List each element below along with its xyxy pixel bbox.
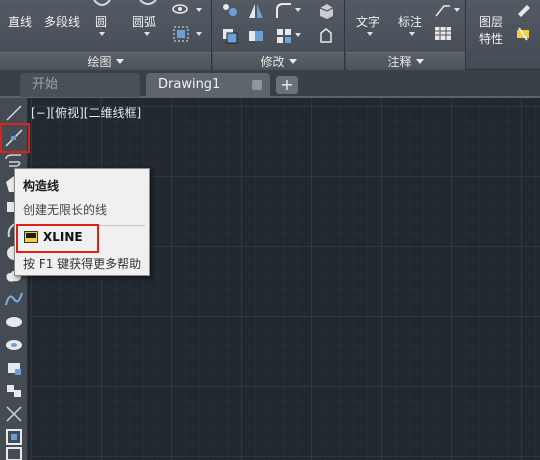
- tooltip-command-name: XLINE: [43, 230, 83, 244]
- modify-panel-title-text: 修改: [260, 55, 285, 69]
- annotation-panel-title[interactable]: 注释: [346, 52, 465, 70]
- ribbon: 直线 多段线 圆 圆弧 绘图 修改 文字 标注 注释 图层 特性: [0, 0, 540, 70]
- annotation-panel-title-text: 注释: [387, 55, 412, 69]
- stretch-icon[interactable]: [247, 27, 265, 45]
- draw-panel: 直线 多段线 圆 圆弧 绘图: [0, 0, 212, 70]
- array-dropdown-icon[interactable]: [295, 33, 301, 37]
- tooltip-title: 构造线: [23, 179, 60, 193]
- dimension-dropdown-icon[interactable]: [409, 32, 415, 36]
- scale-3d-icon[interactable]: [317, 2, 335, 20]
- mirror-icon[interactable]: [247, 2, 265, 20]
- command-line-icon: [24, 231, 38, 243]
- file-tab-bar: 开始 Drawing1: [0, 70, 540, 98]
- dimension-tool-label: 标注: [398, 15, 423, 29]
- draw-panel-expand-icon: [115, 59, 124, 64]
- modify-panel: 修改: [213, 0, 345, 70]
- gradient-icon: [6, 447, 22, 460]
- fillet-icon[interactable]: [275, 2, 293, 20]
- table-icon[interactable]: [434, 26, 452, 42]
- xline-icon: [5, 129, 23, 147]
- array-icon[interactable]: [275, 27, 293, 45]
- arc-icon: [139, 0, 157, 5]
- xline-tooltip: 构造线 创建无限长的线 XLINE 按 F1 键获得更多帮助: [14, 168, 150, 276]
- tab-start[interactable]: 开始: [20, 73, 140, 97]
- draw-panel-title-text: 绘图: [87, 55, 112, 69]
- match-properties-icon[interactable]: [515, 2, 533, 18]
- draw-panel-title[interactable]: 绘图: [0, 52, 211, 70]
- toolbar-gradient-button[interactable]: [3, 444, 25, 460]
- tab-drawing1-label: Drawing1: [158, 77, 221, 92]
- text-dropdown-icon[interactable]: [367, 32, 373, 36]
- move-icon[interactable]: [221, 2, 239, 20]
- tooltip-help-hint: 按 F1 键获得更多帮助: [23, 257, 142, 271]
- polyline-tool-label: 多段线: [44, 15, 81, 29]
- modify-panel-expand-icon: [288, 59, 297, 64]
- arc-tool-label: 圆弧: [132, 15, 157, 29]
- toolbar-spline-button[interactable]: [3, 288, 25, 310]
- insert-block-icon: [8, 363, 21, 375]
- fillet-dropdown-icon[interactable]: [295, 8, 301, 12]
- new-tab-button[interactable]: +: [276, 76, 298, 94]
- arc-dropdown-icon[interactable]: [144, 32, 150, 36]
- layer-properties-label-line1: 图层: [479, 15, 504, 29]
- viewport-controls-label[interactable]: [−][俯视][二维线框]: [31, 104, 141, 121]
- toolbar-xline-button[interactable]: [3, 127, 25, 149]
- layer-properties-label-line2: 特性: [479, 32, 504, 46]
- explode-icon[interactable]: [317, 27, 335, 45]
- tab-drawing1[interactable]: Drawing1: [146, 73, 270, 97]
- toolbar-ellipse-button[interactable]: [3, 311, 25, 333]
- copy-icon[interactable]: [221, 27, 239, 45]
- leader-icon[interactable]: [434, 2, 452, 18]
- tooltip-description: 创建无限长的线: [23, 203, 108, 217]
- hatch-dropdown-icon[interactable]: [196, 32, 202, 36]
- draw-toolbar: [0, 98, 28, 460]
- spline-icon: [5, 292, 23, 306]
- toolbar-ellipse-arc-button[interactable]: [3, 334, 25, 356]
- annotation-panel-expand-icon: [415, 59, 424, 64]
- tooltip-divider: [19, 225, 145, 226]
- circle-icon: [93, 0, 111, 6]
- toolbar-insert-block-button[interactable]: [3, 357, 25, 379]
- toolbar-point-button[interactable]: [3, 403, 25, 425]
- plus-icon: +: [280, 75, 294, 94]
- drawing-canvas[interactable]: [29, 98, 540, 460]
- layer-state-icon[interactable]: [515, 26, 533, 42]
- leader-dropdown-icon[interactable]: [454, 8, 460, 12]
- properties-panel: 图层 特性: [467, 0, 540, 70]
- ellipse-dropdown-icon[interactable]: [196, 8, 202, 12]
- line-icon: [6, 105, 22, 121]
- point-icon: [6, 406, 22, 422]
- ellipse-arc-icon: [6, 340, 22, 350]
- circle-dropdown-icon[interactable]: [99, 32, 105, 36]
- modify-panel-title[interactable]: 修改: [213, 52, 344, 70]
- close-tab-icon[interactable]: [252, 80, 262, 90]
- text-tool-label: 文字: [356, 15, 381, 29]
- toolbar-make-block-button[interactable]: [3, 380, 25, 402]
- tab-start-label: 开始: [32, 77, 59, 92]
- circle-tool-label: 圆: [95, 15, 108, 29]
- line-tool-label: 直线: [8, 15, 33, 29]
- make-block-icon: [7, 385, 21, 397]
- annotation-panel: 文字 标注 注释: [346, 0, 466, 70]
- toolbar-line-button[interactable]: [3, 102, 25, 124]
- hatch-tool-icon[interactable]: [172, 25, 190, 43]
- ellipse-tool-icon[interactable]: [172, 2, 192, 16]
- ellipse-icon: [6, 317, 22, 327]
